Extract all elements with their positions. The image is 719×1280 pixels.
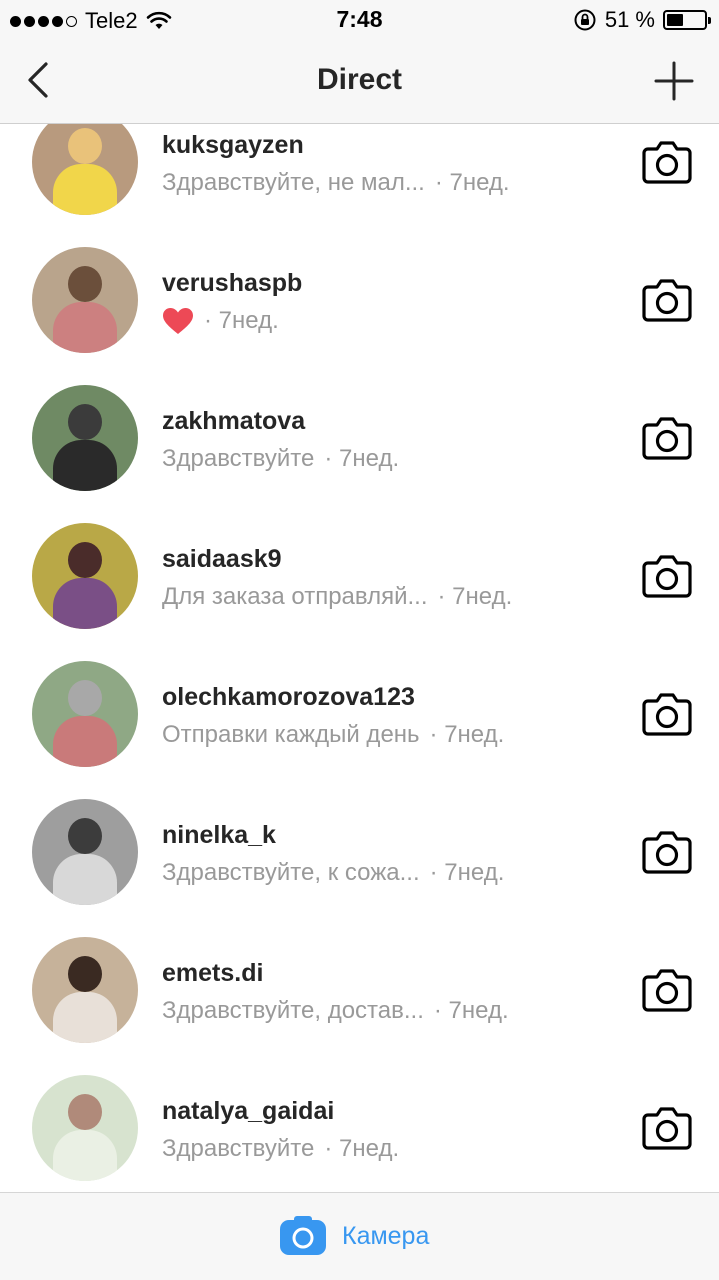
avatar[interactable] (32, 385, 138, 491)
avatar[interactable] (32, 124, 138, 215)
nav-bar: Direct (0, 40, 719, 124)
thread-preview: · 7нед. (162, 307, 279, 335)
thread-preview: Отправки каждый день · 7нед. (162, 721, 504, 749)
thread-row[interactable]: saidaask9 Для заказа отправляй... · 7нед. (0, 507, 719, 645)
avatar[interactable] (32, 937, 138, 1043)
status-right: 51 % (573, 7, 711, 33)
thread-row[interactable]: kuksgayzen Здравствуйте, не мал... · 7нед. (0, 124, 719, 231)
thread-preview: Здравствуйте, не мал... · 7нед. (162, 169, 510, 197)
camera-filled-icon (280, 1216, 326, 1255)
thread-username: saidaask9 (162, 545, 282, 573)
thread-preview: Здравствуйте, достав... · 7нед. (162, 997, 509, 1025)
thread-preview: Здравствуйте · 7нед. (162, 1135, 399, 1163)
avatar[interactable] (32, 523, 138, 629)
thread-preview-text: Здравствуйте, достав... (162, 997, 424, 1024)
camera-label: Камера (342, 1222, 430, 1250)
status-bar: Tele2 7:48 51 % (0, 0, 719, 40)
thread-preview: Для заказа отправляй... · 7нед. (162, 583, 512, 611)
thread-time: · 7нед. (429, 859, 505, 886)
new-message-plus-icon[interactable] (653, 60, 695, 102)
thread-list-content: kuksgayzen Здравствуйте, не мал... · 7нед.… (0, 124, 719, 1192)
avatar[interactable] (32, 247, 138, 353)
camera-reply-icon[interactable] (642, 416, 692, 460)
thread-row[interactable]: ninelka_k Здравствуйте, к сожа... · 7нед. (0, 783, 719, 921)
thread-time: · 7нед. (324, 445, 400, 472)
thread-row[interactable]: natalya_gaidai Здравствуйте · 7нед. (0, 1059, 719, 1192)
thread-row[interactable]: verushaspb · 7нед. (0, 231, 719, 369)
page-title: Direct (316, 63, 403, 96)
thread-preview-text: Здравствуйте (162, 1135, 315, 1162)
camera-reply-icon[interactable] (642, 830, 692, 874)
thread-preview-text: Для заказа отправляй... (162, 583, 428, 610)
thread-row[interactable]: olechkamorozova123 Отправки каждый день · … (0, 645, 719, 783)
camera-reply-icon[interactable] (642, 140, 692, 184)
thread-username: verushaspb (162, 269, 303, 297)
thread-row[interactable]: zakhmatova Здравствуйте · 7нед. (0, 369, 719, 507)
avatar[interactable] (32, 661, 138, 767)
thread-username: olechkamorozova123 (162, 683, 415, 711)
thread-time: · 7нед. (434, 169, 510, 196)
thread-time: · 7нед. (437, 583, 513, 610)
camera-reply-icon[interactable] (642, 968, 692, 1012)
avatar[interactable] (32, 799, 138, 905)
avatar[interactable] (32, 1075, 138, 1181)
thread-time: · 7нед. (324, 1135, 400, 1162)
thread-username: emets.di (162, 959, 264, 987)
camera-reply-icon[interactable] (642, 692, 692, 736)
thread-preview-text: Здравствуйте (162, 445, 315, 472)
thread-list[interactable]: kuksgayzen Здравствуйте, не мал... · 7нед.… (0, 124, 719, 1192)
thread-username: ninelka_k (162, 821, 276, 849)
thread-username: kuksgayzen (162, 131, 304, 159)
battery-icon (663, 10, 711, 30)
thread-preview: Здравствуйте, к сожа... · 7нед. (162, 859, 504, 887)
thread-username: zakhmatova (162, 407, 306, 435)
thread-time: · 7нед. (204, 307, 279, 334)
thread-preview-text: Здравствуйте, к сожа... (162, 859, 420, 886)
thread-preview-text: Отправки каждый день (162, 721, 420, 748)
camera-reply-icon[interactable] (642, 278, 692, 322)
camera-reply-icon[interactable] (642, 554, 692, 598)
thread-time: · 7нед. (429, 721, 505, 748)
camera-reply-icon[interactable] (642, 1106, 692, 1150)
thread-username: natalya_gaidai (162, 1097, 335, 1125)
battery-fill (667, 14, 684, 26)
thread-time: · 7нед. (433, 997, 509, 1024)
direct-inbox-screen: Tele2 7:48 51 % Direct kuksgayzen Здравс… (0, 0, 719, 1280)
camera-button[interactable]: Камера (0, 1192, 719, 1280)
heart-icon (162, 307, 194, 335)
battery-percent: 51 % (604, 7, 655, 32)
thread-preview-text: Здравствуйте, не мал... (162, 169, 425, 196)
thread-preview: Здравствуйте · 7нед. (162, 445, 399, 473)
thread-row[interactable]: emets.di Здравствуйте, достав... · 7нед. (0, 921, 719, 1059)
rotation-lock-icon (574, 9, 596, 31)
